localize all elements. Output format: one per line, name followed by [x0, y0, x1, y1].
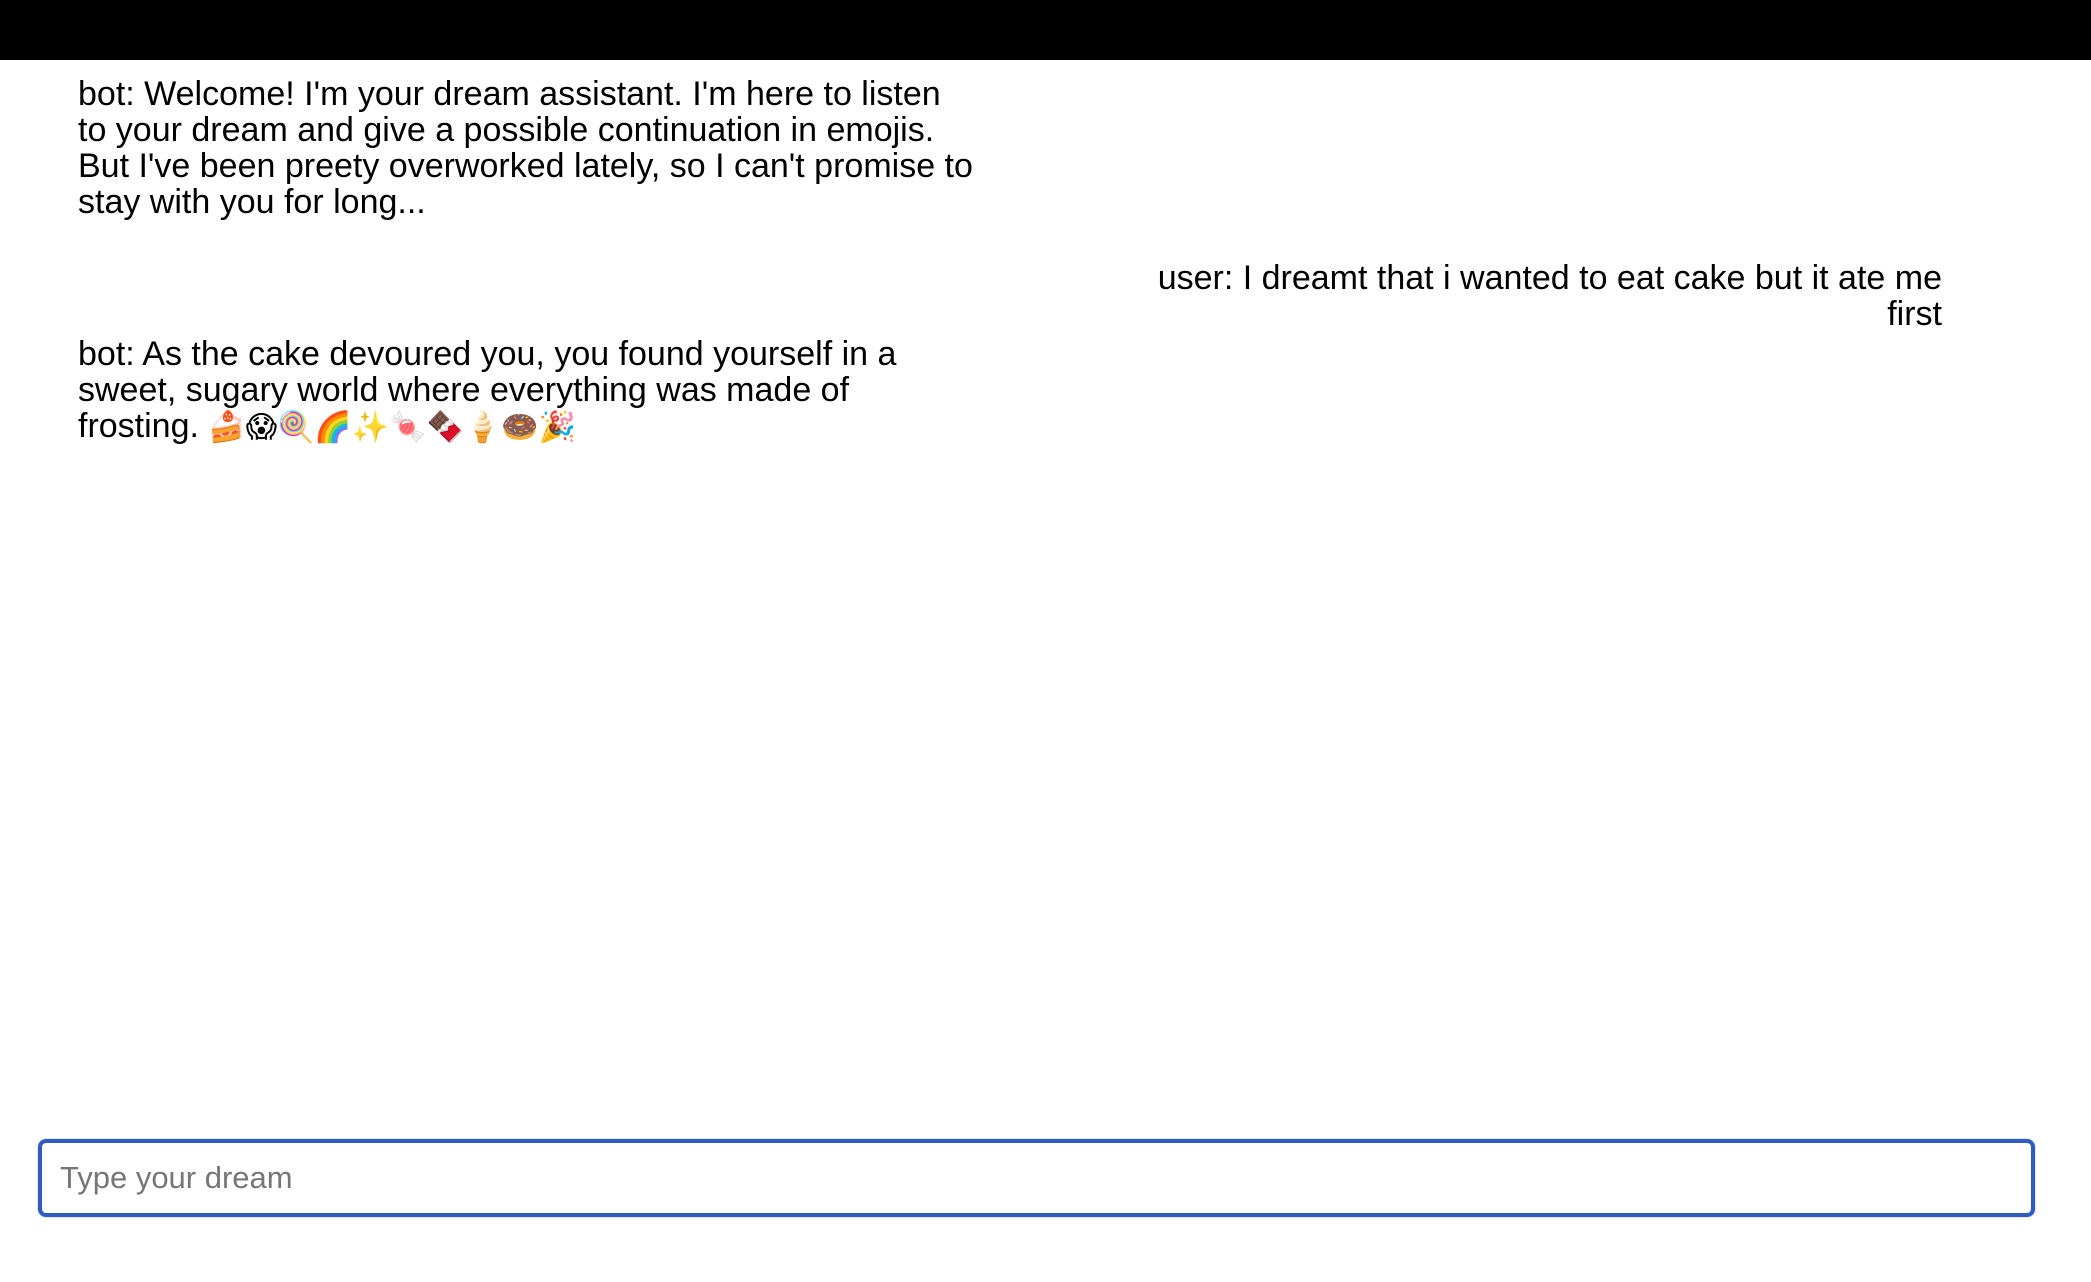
bot-message: bot: Welcome! I'm your dream assistant. …: [78, 76, 978, 220]
dream-input[interactable]: [38, 1139, 2035, 1217]
dream-input-container: [38, 1139, 2035, 1217]
chat-log: bot: Welcome! I'm your dream assistant. …: [0, 60, 2091, 1120]
bot-message-text: bot: Welcome! I'm your dream assistant. …: [78, 75, 973, 221]
top-bar: [0, 0, 2091, 60]
user-message: user: I dreamt that i wanted to eat cake…: [1110, 260, 1942, 332]
user-message-text: user: I dreamt that i wanted to eat cake…: [1157, 259, 1942, 333]
emoji-continuation: 🍰😱🍭🌈✨🍬🍫🍦🍩🎉: [208, 410, 576, 445]
bot-message: bot: As the cake devoured you, you found…: [78, 336, 978, 446]
